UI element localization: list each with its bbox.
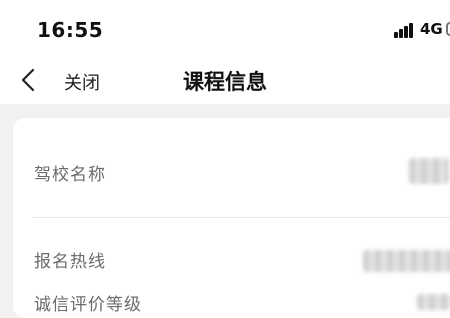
course-info-card: 驾校名称 报名热线 诚信评价等级: [13, 118, 450, 318]
info-row-label: 报名热线: [34, 252, 106, 272]
info-row-label: 驾校名称: [34, 165, 106, 185]
page-title: 课程信息: [183, 70, 267, 94]
redacted-value: [417, 294, 450, 310]
status-time: 16:55: [37, 18, 104, 42]
redacted-value: [363, 250, 450, 272]
network-label: 4G: [420, 20, 443, 38]
navigation-bar: 关闭 课程信息: [0, 58, 450, 104]
status-bar: 16:55 4G: [0, 0, 450, 58]
info-row-label: 诚信评价等级: [34, 295, 142, 315]
divider: [33, 217, 450, 218]
signal-icon: [394, 22, 416, 38]
battery-icon: [446, 22, 450, 36]
redacted-value: [409, 158, 449, 184]
